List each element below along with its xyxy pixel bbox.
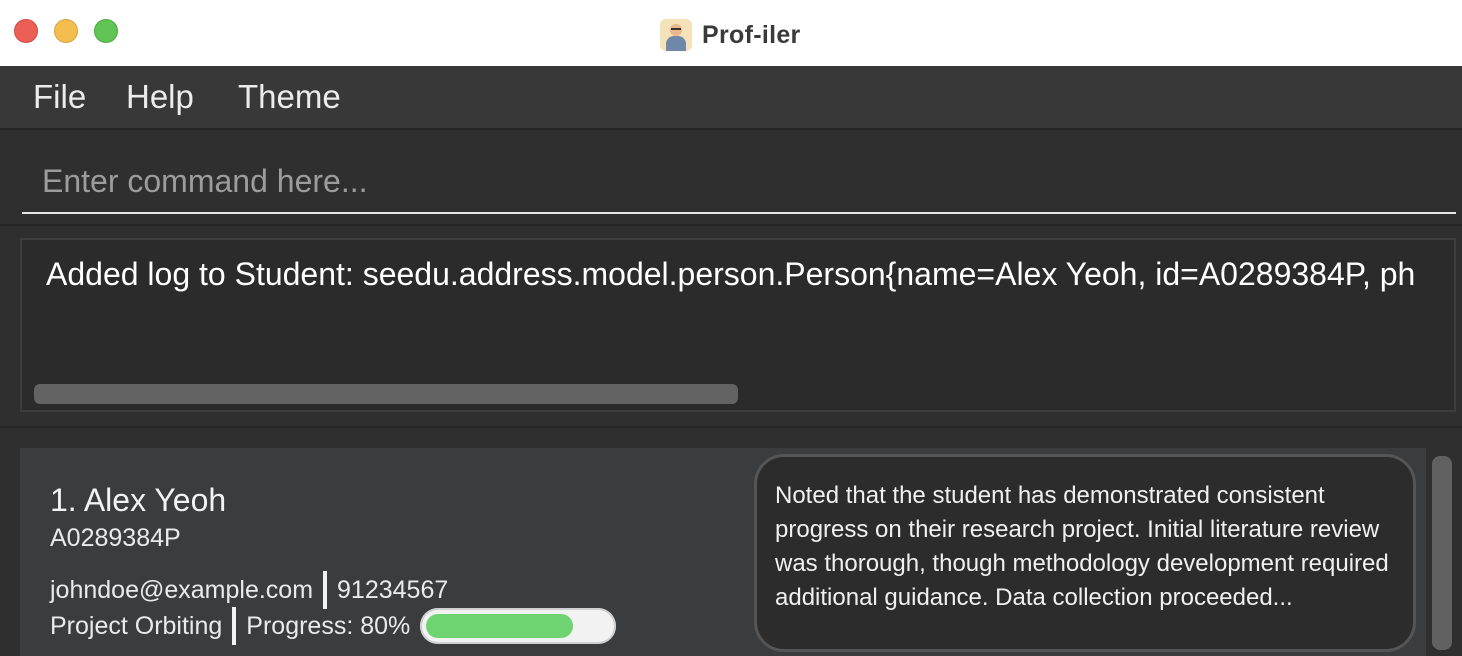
separator	[232, 607, 237, 645]
student-email: johndoe@example.com	[50, 575, 314, 604]
title-bar[interactable]: Prof-iler	[0, 0, 1462, 66]
student-project: Project Orbiting	[50, 611, 223, 640]
minimize-window-button[interactable]	[54, 19, 78, 43]
student-contact-row: johndoe@example.com 91234567	[50, 570, 448, 610]
student-id: A0289384P	[50, 524, 181, 552]
list-vertical-scrollbar[interactable]	[1432, 456, 1452, 650]
app-professor-icon	[660, 19, 692, 51]
student-log-box: Noted that the student has demonstrated …	[754, 454, 1416, 652]
progress-bar-fill	[426, 614, 574, 638]
app-window: Prof-iler File Help Theme Added log to S…	[0, 0, 1462, 656]
result-horizontal-scrollbar[interactable]	[34, 384, 738, 404]
result-display-panel: Added log to Student: seedu.address.mode…	[0, 226, 1462, 428]
student-log-text: Noted that the student has demonstrated …	[775, 482, 1389, 611]
menu-file[interactable]: File	[33, 78, 86, 116]
command-input[interactable]	[22, 150, 1456, 214]
progress-bar	[420, 608, 617, 644]
separator	[323, 571, 328, 609]
result-message: Added log to Student: seedu.address.mode…	[46, 256, 1416, 292]
student-progress-label: Progress: 80%	[246, 611, 411, 640]
student-list-panel: 1. Alex Yeoh A0289384P johndoe@example.c…	[0, 428, 1462, 656]
maximize-window-button[interactable]	[94, 19, 118, 43]
close-window-button[interactable]	[14, 19, 38, 43]
student-name: 1. Alex Yeoh	[50, 482, 227, 518]
window-title-group: Prof-iler	[660, 18, 801, 52]
menu-theme[interactable]: Theme	[238, 78, 341, 116]
student-card[interactable]: 1. Alex Yeoh A0289384P johndoe@example.c…	[20, 448, 1426, 656]
result-display[interactable]: Added log to Student: seedu.address.mode…	[20, 238, 1456, 412]
window-title: Prof-iler	[702, 20, 801, 49]
command-box-panel	[0, 130, 1462, 226]
student-project-row: Project Orbiting Progress: 80%	[50, 606, 617, 646]
menu-bar: File Help Theme	[0, 66, 1462, 130]
student-phone: 91234567	[337, 575, 449, 604]
menu-help[interactable]: Help	[126, 78, 194, 116]
